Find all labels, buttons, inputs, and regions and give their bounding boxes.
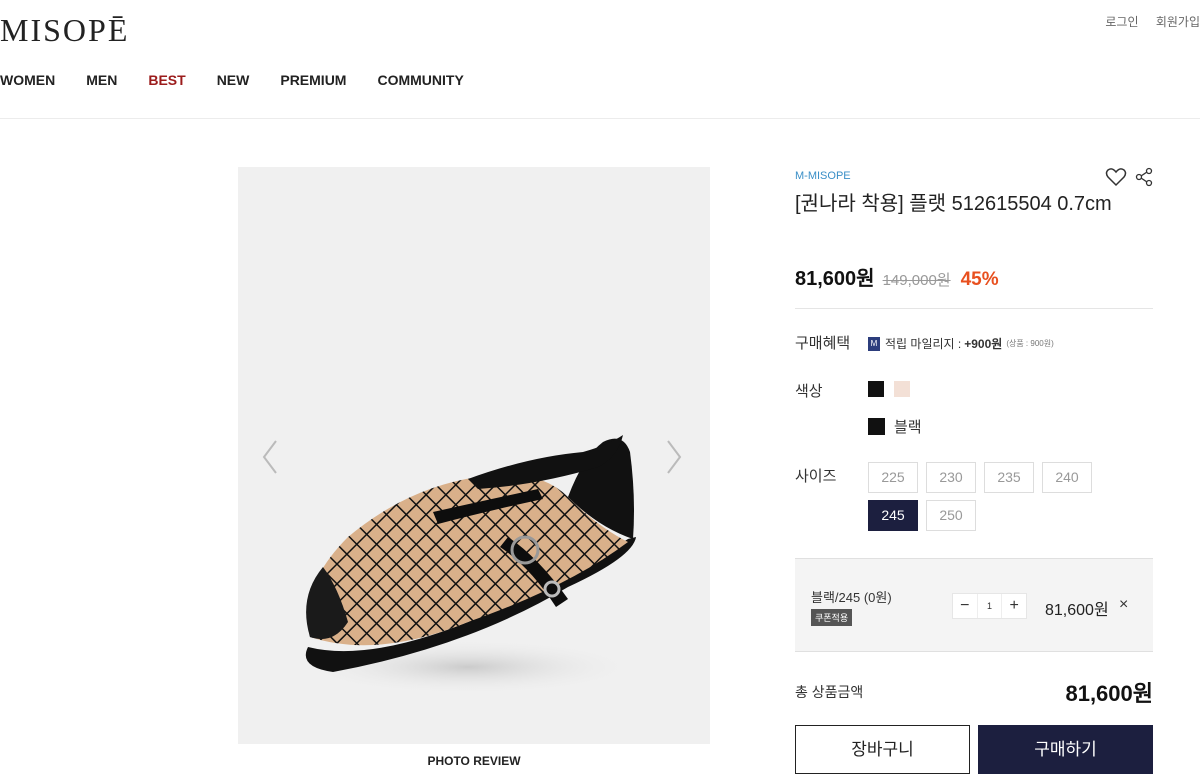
size-option-230[interactable]: 230 bbox=[926, 462, 976, 493]
benefit-text: 적립 마일리지 : bbox=[885, 337, 962, 351]
quantity-stepper: − 1 + bbox=[952, 593, 1027, 619]
nav-new[interactable]: NEW bbox=[217, 72, 250, 88]
nav-premium[interactable]: PREMIUM bbox=[280, 72, 346, 88]
chevron-left-icon bbox=[262, 440, 277, 474]
size-option-235[interactable]: 235 bbox=[984, 462, 1034, 493]
chevron-right-icon bbox=[667, 440, 682, 474]
buy-button[interactable]: 구매하기 bbox=[978, 725, 1153, 774]
price-row: 81,600원 149,000원 45% bbox=[795, 262, 999, 291]
size-option-240[interactable]: 240 bbox=[1042, 462, 1092, 493]
option-name: 블랙/245 (0원) bbox=[811, 590, 892, 605]
benefit-info: M 적립 마일리지 : +900원 (상품 : 900원) bbox=[868, 335, 1054, 352]
discount-rate: 45% bbox=[960, 269, 999, 290]
nav-community[interactable]: COMMUNITY bbox=[377, 72, 463, 88]
color-swatch-black[interactable] bbox=[868, 381, 884, 397]
header-divider bbox=[0, 118, 1200, 119]
qty-minus-button[interactable]: − bbox=[953, 594, 977, 618]
selected-option-box: 블랙/245 (0원) 쿠폰적용 − 1 + 81,600원 × bbox=[795, 558, 1153, 652]
nav-men[interactable]: MEN bbox=[86, 72, 117, 88]
sale-price: 81,600원 bbox=[795, 268, 875, 290]
size-option-245[interactable]: 245 bbox=[868, 500, 918, 531]
brand-link[interactable]: M-MISOPE bbox=[795, 170, 851, 182]
option-price: 81,600원 bbox=[1045, 602, 1109, 619]
nav-women[interactable]: WOMEN bbox=[0, 72, 55, 88]
benefit-amount: +900원 bbox=[964, 337, 1003, 351]
size-option-250[interactable]: 250 bbox=[926, 500, 976, 531]
cart-button[interactable]: 장바구니 bbox=[795, 725, 970, 774]
nav-best[interactable]: BEST bbox=[148, 72, 185, 88]
mileage-badge-icon: M bbox=[868, 336, 880, 351]
site-logo[interactable]: MISOPĒ bbox=[0, 12, 129, 49]
benefit-label: 구매혜택 bbox=[795, 335, 851, 352]
benefit-note: (상품 : 900원) bbox=[1006, 339, 1054, 348]
size-option-225[interactable]: 225 bbox=[868, 462, 918, 493]
color-swatch-beige[interactable] bbox=[894, 381, 910, 397]
photo-review-tab[interactable]: PHOTO REVIEW bbox=[238, 754, 710, 768]
selected-color: 블랙 bbox=[868, 416, 922, 437]
total-label: 총 상품금액 bbox=[795, 684, 864, 700]
qty-input[interactable]: 1 bbox=[976, 594, 1003, 618]
remove-option-button[interactable]: × bbox=[1119, 596, 1128, 614]
selected-color-name: 블랙 bbox=[894, 419, 922, 436]
next-image-arrow[interactable] bbox=[662, 437, 686, 477]
prev-image-arrow[interactable] bbox=[258, 437, 282, 477]
login-link[interactable]: 로그인 bbox=[1105, 15, 1138, 29]
info-divider bbox=[795, 308, 1153, 309]
size-label: 사이즈 bbox=[795, 468, 837, 485]
total-price: 81,600원 bbox=[1065, 681, 1153, 706]
product-gallery bbox=[238, 167, 710, 744]
selected-color-chip bbox=[868, 418, 885, 435]
signup-link[interactable]: 회원가입 bbox=[1156, 15, 1200, 29]
product-title: [권나라 착용] 플랫 512615504 0.7cm bbox=[795, 193, 1112, 215]
coupon-badge: 쿠폰적용 bbox=[811, 609, 853, 626]
color-label: 색상 bbox=[795, 383, 823, 400]
top-links: 로그인 회원가입 bbox=[1091, 13, 1200, 30]
main-nav: WOMEN MEN BEST NEW PREMIUM COMMUNITY bbox=[0, 72, 495, 88]
product-image bbox=[298, 435, 638, 695]
original-price: 149,000원 bbox=[882, 272, 951, 289]
qty-plus-button[interactable]: + bbox=[1002, 594, 1026, 618]
